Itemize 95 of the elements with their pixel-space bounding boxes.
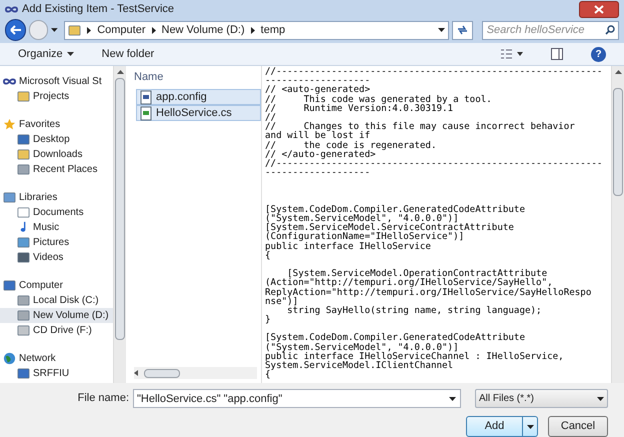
scrollbar[interactable] [113, 66, 126, 383]
code-line: [System.ServiceModel.ServiceContractAttribute [265, 223, 514, 232]
config-file-icon [139, 90, 153, 104]
code-line: ("System.ServiceModel", "4.0.0.0")] [265, 214, 459, 224]
sidebar-item[interactable]: Desktop [0, 132, 113, 147]
chevron-icon[interactable] [250, 26, 255, 34]
code-line: string SayHello(string name, string language); [287, 306, 542, 316]
code-line: ------------------- [265, 76, 370, 86]
code-line: //----------------------------------------------------------- [265, 158, 602, 168]
view-options-icon[interactable] [501, 49, 523, 60]
scroll-up-arrow-icon[interactable] [117, 70, 124, 74]
sidebar-item[interactable]: Music [0, 220, 113, 235]
file-type-dropdown[interactable]: All Files (*.*) [475, 389, 608, 408]
code-line: [System.CodeDom.Compiler.GeneratedCodeAttribute [265, 204, 525, 214]
code-line: (ConfigurationName="IHelloService")] [265, 232, 464, 242]
horizontal-scrollbar[interactable] [134, 367, 257, 379]
code-line: // the code is regenerated. [265, 140, 436, 150]
code-line: { [265, 250, 271, 260]
caret-icon [66, 52, 74, 56]
window-title: Add Existing Item - TestService [22, 2, 174, 18]
back-button[interactable] [5, 19, 26, 42]
code-line: ReplyAction="http://tempuri.org/IHelloService/SayHelloRespo [265, 288, 592, 297]
chevron-icon[interactable] [152, 26, 156, 34]
folder-icon [68, 24, 82, 37]
sidebar-item[interactable]: Videos [0, 250, 113, 265]
breadcrumb-item[interactable]: Computer [97, 22, 146, 38]
sidebar-group[interactable]: Libraries [19, 190, 58, 205]
cancel-button[interactable]: Cancel [548, 416, 608, 437]
close-icon [594, 4, 604, 14]
code-line: // [265, 112, 276, 122]
folder-icon [17, 90, 30, 103]
code-line: public interface IHelloService [265, 242, 431, 251]
sidebar-item[interactable]: New Volume (D:) [0, 308, 113, 323]
code-line: // </auto-generated> [265, 150, 376, 159]
preview-pane-icon[interactable] [551, 48, 563, 60]
dropdown-arrow-icon[interactable] [51, 28, 58, 32]
folder-icon [17, 148, 30, 161]
cs-file-icon [139, 106, 153, 120]
sidebar-item[interactable]: Documents [0, 205, 113, 220]
address-bar[interactable]: Computer New Volume (D:) temp [64, 20, 449, 40]
code-line: [System.ServiceModel.OperationContractAttribute [287, 269, 548, 278]
sidebar-item[interactable]: Projects [0, 89, 113, 104]
chevron-icon[interactable] [87, 26, 92, 34]
refresh-arrows-icon [456, 25, 468, 36]
code-line: ("System.ServiceModel", "4.0.0.0")] [265, 342, 459, 352]
sidebar-group[interactable]: Microsoft Visual St [19, 74, 102, 89]
search-icon [605, 24, 615, 35]
code-line: System.ServiceModel.IClientChannel [265, 361, 454, 370]
code-line: // Runtime Version:4.0.30319.1 [265, 104, 454, 113]
file-item[interactable]: HelloService.cs [136, 105, 261, 121]
code-line: { [265, 370, 271, 380]
code-line: nse")] [265, 296, 298, 306]
sidebar-item[interactable]: Local Disk (C:) [0, 293, 113, 308]
code-line: } [265, 315, 271, 324]
add-options-button[interactable] [523, 416, 538, 437]
add-button[interactable]: Add [466, 416, 523, 437]
scroll-left-arrow-icon[interactable] [134, 370, 138, 376]
caret-icon [526, 424, 534, 428]
code-line: and will be lost if [265, 131, 370, 140]
dropdown-arrow-icon[interactable] [449, 397, 456, 401]
scrollbar[interactable] [611, 66, 624, 383]
column-header[interactable]: Name [134, 68, 261, 86]
code-line: ------------------- [265, 168, 370, 178]
code-line: // This code was generated by a tool. [265, 94, 492, 104]
code-line: // Changes to this file may cause incorrect behavior [265, 122, 575, 132]
sidebar-item[interactable]: Pictures [0, 235, 113, 250]
code-line: // <auto-generated> [265, 85, 370, 95]
breadcrumb-item[interactable]: New Volume (D:) [162, 22, 245, 38]
new-folder-button[interactable]: New folder [102, 46, 154, 62]
help-button[interactable]: ? [591, 46, 606, 62]
code-line: public interface IHelloServiceChannel : IHelloService, [265, 352, 564, 362]
breadcrumb-item[interactable]: temp [260, 22, 286, 38]
file-name-field[interactable]: "HelloService.cs" "app.config" [133, 389, 461, 408]
back-arrow-icon [10, 25, 22, 36]
sidebar-group[interactable]: Network [19, 351, 56, 366]
code-line: [System.CodeDom.Compiler.GeneratedCodeAttribute [265, 333, 525, 343]
organize-menu[interactable]: Organize [18, 46, 74, 62]
sidebar-item[interactable]: Downloads [0, 147, 113, 162]
file-item[interactable]: app.config [136, 89, 261, 105]
close-button[interactable] [579, 0, 619, 18]
globe-icon [3, 352, 16, 365]
scroll-up-arrow-icon[interactable] [615, 70, 622, 74]
refresh-button[interactable] [452, 20, 473, 40]
sidebar-item[interactable]: Recent Places [0, 162, 113, 177]
star-icon [3, 118, 16, 131]
search-field[interactable]: Search helloService [482, 20, 619, 40]
sidebar-group[interactable]: Computer [19, 278, 63, 293]
dropdown-arrow-icon[interactable] [438, 28, 445, 32]
code-line: //----------------------------------------------------------- [265, 67, 602, 76]
sidebar-group[interactable]: Favorites [19, 117, 60, 132]
sidebar-item[interactable]: CD Drive (F:) [0, 323, 113, 338]
file-name-label: File name: [78, 391, 129, 406]
sidebar-item[interactable]: SRFFIU [0, 366, 113, 381]
dropdown-arrow-icon [597, 396, 604, 400]
code-line: (Action="http://tempuri.org/IHelloService/SayHello", [265, 278, 553, 288]
